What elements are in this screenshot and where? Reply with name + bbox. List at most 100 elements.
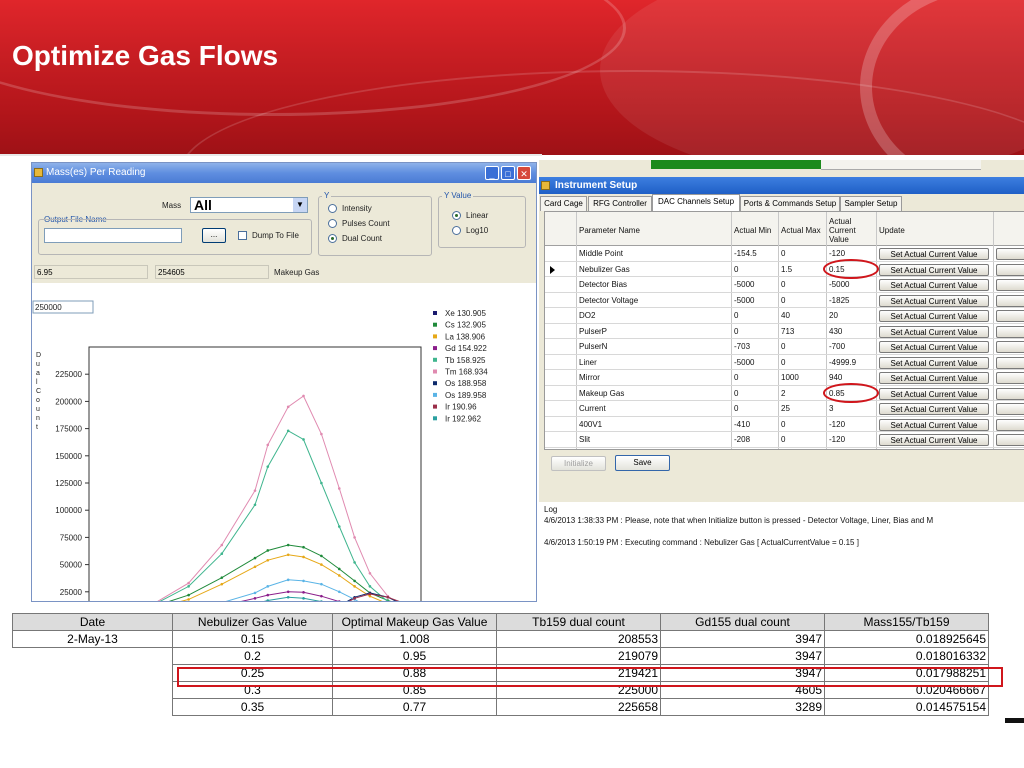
annotation-circle (823, 382, 879, 403)
cell-actual-min: 0 (734, 373, 739, 382)
cell-actual-max: 713 (781, 326, 795, 336)
row-extra-button[interactable] (996, 356, 1024, 369)
cell-actual-current[interactable]: 940 (829, 373, 874, 382)
data-point (302, 545, 305, 549)
minimize-icon[interactable]: _ (485, 166, 499, 180)
legend-label: La 138.906 (445, 332, 486, 341)
radio-pulses-count[interactable] (328, 219, 337, 228)
set-actual-current-value-button[interactable]: Set Actual Current Value (879, 294, 989, 307)
cell-parameter-name: Makeup Gas (579, 388, 625, 398)
y-axis-label-letter: u (36, 406, 40, 413)
legend-swatch (433, 357, 437, 362)
data-point (353, 536, 356, 539)
highlight-rectangle (177, 667, 1003, 687)
title-banner: Optimize Gas Flows (0, 0, 1024, 155)
cell-parameter-name: Mirror (579, 373, 600, 382)
data-point (302, 438, 305, 441)
plot-area (88, 346, 422, 601)
radio-log10-label: Log10 (466, 226, 489, 235)
cell-actual-current[interactable]: -700 (829, 342, 874, 351)
tab-rfg-controller[interactable]: RFG Controller (588, 196, 652, 211)
data-point (337, 525, 341, 528)
header-gd155: Gd155 dual count (660, 613, 825, 631)
data-point (320, 432, 323, 436)
cell-actual-current[interactable]: -4999.9 (829, 358, 874, 367)
row-extra-button[interactable] (996, 341, 1024, 353)
set-actual-current-value-button[interactable]: Set Actual Current Value (879, 310, 989, 322)
save-button[interactable]: Save (615, 455, 670, 471)
annotation-circle (823, 258, 879, 279)
set-actual-current-value-button[interactable]: Set Actual Current Value (879, 387, 989, 400)
row-extra-button[interactable] (996, 434, 1024, 446)
cell-actual-current[interactable]: -1825 (829, 296, 874, 305)
row-extra-button[interactable] (996, 263, 1024, 276)
data-point (253, 489, 257, 492)
set-actual-current-value-button[interactable]: Set Actual Current Value (879, 418, 989, 431)
cell-actual-current[interactable]: 430 (829, 327, 874, 336)
set-actual-current-value-button[interactable]: Set Actual Current Value (879, 372, 989, 384)
row-extra-button[interactable] (996, 403, 1024, 415)
data-point (337, 590, 341, 594)
row-extra-button[interactable] (996, 279, 1024, 291)
y-axis-label-letter: o (36, 397, 40, 404)
set-actual-current-value-button[interactable]: Set Actual Current Value (879, 263, 989, 276)
legend-label: Tb 158.925 (445, 356, 486, 365)
row-extra-button[interactable] (996, 248, 1024, 260)
cell-tb159: 225658 (496, 698, 661, 716)
cell-actual-current[interactable]: 20 (829, 311, 874, 320)
row-extra-button[interactable] (996, 387, 1024, 400)
cell-actual-current[interactable]: -5000 (829, 280, 874, 289)
radio-linear-label: Linear (466, 211, 489, 220)
tab-card-cage[interactable]: Card Cage (540, 196, 587, 211)
row-extra-button[interactable] (996, 310, 1024, 322)
cell-actual-current[interactable]: -120 (829, 249, 874, 258)
data-point (266, 585, 270, 588)
row-extra-button[interactable] (996, 372, 1024, 384)
set-actual-current-value-button[interactable]: Set Actual Current Value (879, 341, 989, 353)
set-actual-current-value-button[interactable]: Set Actual Current Value (879, 434, 989, 446)
set-actual-current-value-button[interactable]: Set Actual Current Value (879, 325, 989, 338)
close-icon[interactable]: ✕ (517, 166, 531, 180)
data-point (302, 579, 305, 583)
set-actual-current-value-button[interactable]: Set Actual Current Value (879, 356, 989, 369)
set-actual-current-value-button[interactable]: Set Actual Current Value (879, 248, 989, 260)
chevron-down-icon[interactable]: ▼ (293, 198, 307, 212)
data-point (220, 576, 224, 579)
cell-actual-current[interactable]: -120 (829, 435, 874, 444)
radio-linear[interactable] (452, 211, 461, 220)
mass-select[interactable]: All ▼ (190, 197, 308, 213)
cell-actual-current[interactable]: -120 (829, 420, 874, 429)
row-extra-button[interactable] (996, 325, 1024, 338)
cell-ratio: 0.018925645 (824, 630, 989, 648)
instrument-window-titlebar[interactable]: Instrument Setup (539, 177, 1024, 194)
mass-window-titlebar[interactable]: Mass(es) Per Reading _ □ ✕ (32, 163, 536, 183)
browse-button[interactable]: ... (202, 228, 226, 243)
maximize-icon[interactable]: □ (501, 166, 515, 180)
y-axis-label-letter: t (36, 424, 38, 431)
y-tick-label: 125000 (55, 479, 82, 488)
dump-to-file-checkbox[interactable] (238, 231, 247, 240)
row-extra-button[interactable] (996, 294, 1024, 307)
output-file-input[interactable] (44, 228, 182, 243)
row-extra-button[interactable] (996, 418, 1024, 431)
set-actual-current-value-button[interactable]: Set Actual Current Value (879, 279, 989, 291)
data-point (353, 561, 356, 564)
data-point (337, 567, 341, 571)
set-actual-current-value-button[interactable]: Set Actual Current Value (879, 403, 989, 415)
data-point (187, 593, 190, 597)
data-point (320, 594, 323, 598)
cell-actual-max: 0 (781, 280, 786, 289)
radio-dual-count[interactable] (328, 234, 337, 243)
radio-intensity[interactable] (328, 204, 337, 213)
radio-log10[interactable] (452, 226, 461, 235)
initialize-button[interactable]: Initialize (551, 456, 606, 471)
cell-parameter-name: Liner (579, 357, 597, 367)
mass-select-value: All (194, 197, 212, 213)
tab-dac-channels-setup[interactable]: DAC Channels Setup (652, 194, 740, 212)
tab-sampler-setup[interactable]: Sampler Setup (840, 196, 902, 211)
cell-actual-current[interactable]: 3 (829, 404, 874, 413)
tab-ports-commands-setup[interactable]: Ports & Commands Setup (740, 196, 840, 211)
cell-parameter-name: DO2 (579, 311, 596, 320)
mass-controls-panel: Mass All ▼ Output File Name ... Dump To … (32, 183, 536, 261)
y-tick-label: 50000 (60, 561, 83, 570)
